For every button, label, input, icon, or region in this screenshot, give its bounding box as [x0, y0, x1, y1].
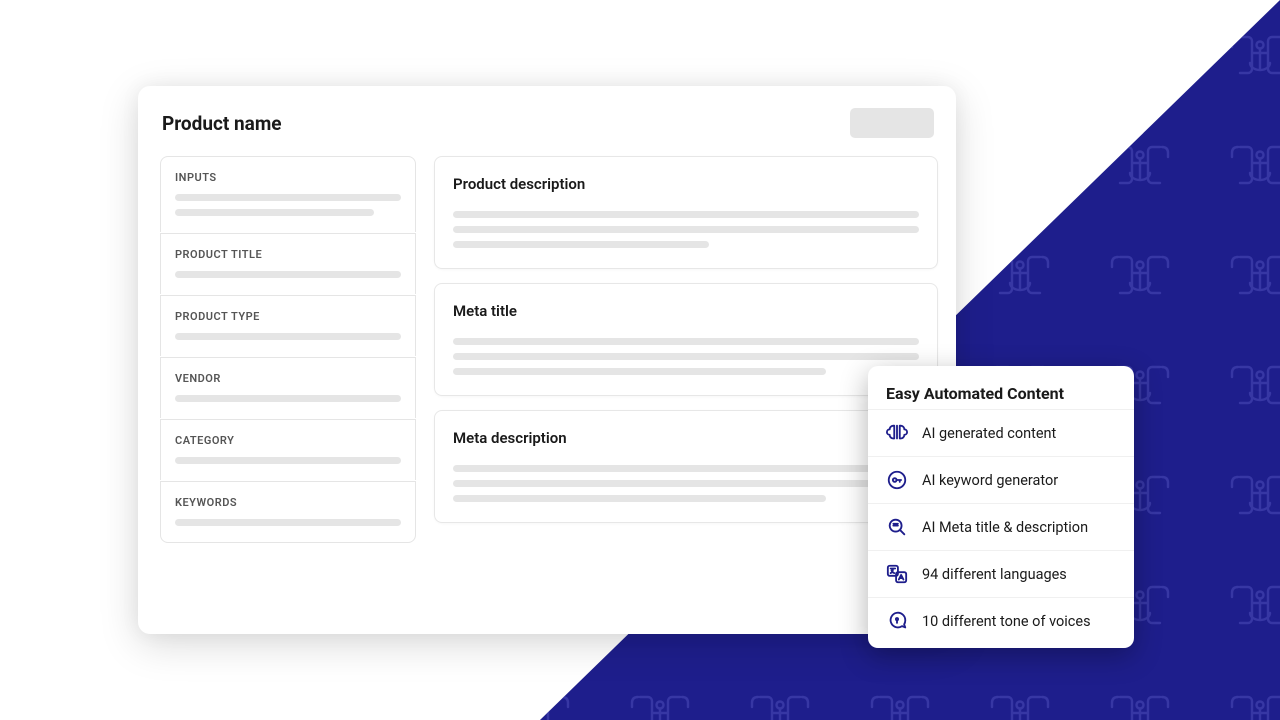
ai-brain-icon [886, 422, 908, 444]
section-label: CATEGORY [175, 434, 401, 447]
placeholder-line [453, 495, 826, 502]
key-icon [886, 469, 908, 491]
popup-item-ai-content[interactable]: AI generated content [868, 409, 1134, 456]
section-label: PRODUCT TYPE [175, 310, 401, 323]
placeholder-line [175, 333, 401, 340]
popup-title: Easy Automated Content [868, 384, 1134, 409]
section-label: PRODUCT TITLE [175, 248, 401, 261]
product-editor-card: Product name INPUTS PRODUCT TITLE PRODUC… [138, 86, 956, 634]
card-title: Meta description [453, 429, 919, 447]
placeholder-line [175, 271, 401, 278]
placeholder-line [175, 457, 401, 464]
placeholder-line [453, 211, 919, 218]
placeholder-line [453, 353, 919, 360]
translate-icon [886, 563, 908, 585]
feature-popup: Easy Automated Content AI generated cont… [868, 366, 1134, 648]
section-vendor[interactable]: VENDOR [160, 357, 416, 418]
popup-item-label: AI keyword generator [922, 472, 1058, 489]
input-sections-column: INPUTS PRODUCT TITLE PRODUCT TYPE VENDOR… [160, 156, 416, 544]
placeholder-line [453, 368, 826, 375]
card-title: Meta title [453, 302, 919, 320]
placeholder-line [175, 519, 401, 526]
section-product-type[interactable]: PRODUCT TYPE [160, 295, 416, 356]
placeholder-line [175, 194, 401, 201]
placeholder-line [175, 209, 374, 216]
card-meta-description[interactable]: Meta description [434, 410, 938, 523]
placeholder-line [453, 241, 709, 248]
popup-item-keyword-generator[interactable]: AI keyword generator [868, 456, 1134, 503]
section-label: INPUTS [175, 171, 401, 184]
chat-icon [886, 610, 908, 632]
output-cards-column: Product description Meta title Meta desc… [434, 156, 938, 544]
section-keywords[interactable]: KEYWORDS [160, 481, 416, 543]
popup-item-label: 10 different tone of voices [922, 613, 1091, 630]
popup-item-meta[interactable]: AI Meta title & description [868, 503, 1134, 550]
search-icon [886, 516, 908, 538]
placeholder-line [453, 480, 919, 487]
section-label: VENDOR [175, 372, 401, 385]
section-inputs[interactable]: INPUTS [160, 156, 416, 232]
placeholder-line [453, 338, 919, 345]
placeholder-line [453, 226, 919, 233]
popup-item-label: AI generated content [922, 425, 1056, 442]
primary-action-button[interactable] [850, 108, 934, 138]
card-meta-title[interactable]: Meta title [434, 283, 938, 396]
placeholder-line [453, 465, 919, 472]
page-title: Product name [162, 112, 282, 135]
popup-item-label: AI Meta title & description [922, 519, 1088, 536]
section-label: KEYWORDS [175, 496, 401, 509]
popup-item-languages[interactable]: 94 different languages [868, 550, 1134, 597]
placeholder-line [175, 395, 401, 402]
section-category[interactable]: CATEGORY [160, 419, 416, 480]
popup-item-tone[interactable]: 10 different tone of voices [868, 597, 1134, 644]
card-title: Product description [453, 175, 919, 193]
card-product-description[interactable]: Product description [434, 156, 938, 269]
section-product-title[interactable]: PRODUCT TITLE [160, 233, 416, 294]
popup-item-label: 94 different languages [922, 566, 1067, 583]
